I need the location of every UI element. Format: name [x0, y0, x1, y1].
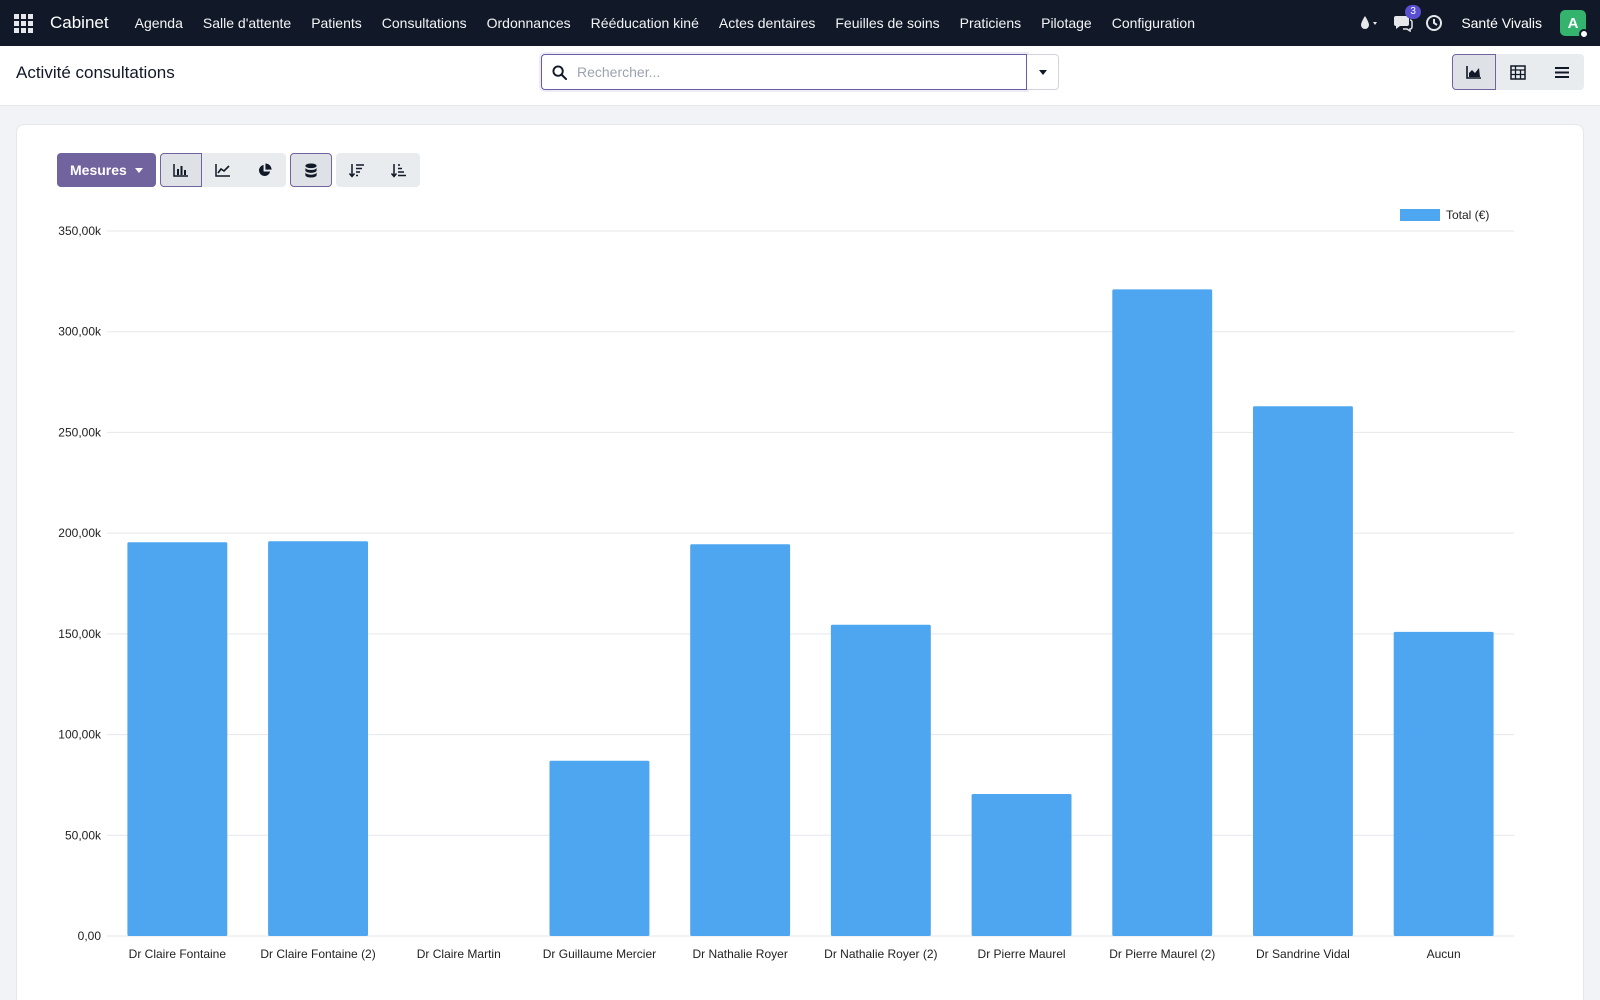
pie-chart-icon [259, 162, 272, 176]
view-switcher [1452, 54, 1584, 90]
legend-swatch [1400, 209, 1440, 221]
pivot-table-icon [1510, 64, 1526, 80]
x-tick-label: Dr Pierre Maurel (2) [1109, 947, 1215, 961]
x-tick-label: Dr Pierre Maurel [978, 947, 1066, 961]
y-tick-label: 100,00k [58, 728, 102, 742]
bar [127, 542, 228, 936]
y-tick-label: 350,00k [58, 224, 102, 238]
top-navbar: Cabinet Agenda Salle d'attente Patients Con… [0, 0, 1600, 46]
graph-card: Mesures 0,00 50,00k 100,00k 150,00k 200,… [16, 124, 1584, 1000]
pie-chart-button[interactable] [243, 153, 286, 187]
x-tick-label: Dr Claire Martin [417, 947, 501, 961]
line-chart-button[interactable] [201, 153, 244, 187]
menu-item[interactable]: Ordonnances [477, 15, 581, 31]
pivot-view-button[interactable] [1496, 54, 1540, 90]
page-title: Activité consultations [16, 63, 175, 82]
y-tick-label: 50,00k [65, 828, 102, 842]
bar-chart: 0,00 50,00k 100,00k 150,00k 200,00k 250,00k 30… [58, 208, 1514, 961]
search-icon [552, 64, 567, 80]
messages-icon[interactable]: 3 [1393, 5, 1421, 32]
sort-ascending-icon [390, 163, 406, 178]
clock-icon[interactable] [1425, 14, 1443, 32]
bar [1253, 406, 1353, 936]
bar [830, 624, 931, 936]
list-view-button[interactable] [1540, 54, 1584, 90]
legend-label: Total (€) [1446, 208, 1489, 222]
x-tick-label: Dr Sandrine Vidal [1256, 947, 1350, 961]
sort-descending-button[interactable] [335, 153, 378, 187]
stacked-group [289, 153, 332, 187]
sort-group [335, 153, 420, 187]
bar [268, 541, 368, 936]
search-box [541, 54, 1027, 90]
menu-item[interactable]: Salle d'attente [193, 15, 301, 31]
bar [1393, 631, 1494, 936]
graph-view-button[interactable] [1452, 54, 1496, 90]
menu-item[interactable]: Actes dentaires [709, 15, 826, 31]
menu-item[interactable]: Consultations [372, 15, 477, 31]
x-tick-label: Dr Nathalie Royer [692, 947, 787, 961]
bar [549, 760, 650, 936]
search-bar [541, 54, 1059, 90]
x-tick-label: Dr Guillaume Mercier [543, 947, 656, 961]
caret-down-icon [134, 167, 143, 173]
y-tick-label: 200,00k [58, 526, 102, 540]
y-tick-label: 0,00 [78, 929, 102, 943]
menu-item[interactable]: Pilotage [1031, 15, 1102, 31]
menu-item[interactable]: Feuilles de soins [825, 15, 949, 31]
menu-item[interactable]: Agenda [125, 15, 193, 31]
measures-dropdown-button[interactable]: Mesures [57, 153, 156, 187]
database-icon [305, 162, 317, 178]
bar [690, 544, 791, 936]
company-switcher[interactable]: Santé Vivalis [1461, 15, 1542, 31]
area-chart-icon [1466, 66, 1481, 79]
y-tick-label: 150,00k [58, 627, 102, 641]
graph-toolbar: Mesures [57, 153, 420, 187]
bar [971, 793, 1072, 936]
presence-status-dot [1579, 29, 1589, 39]
activity-dropdown-icon[interactable] [1359, 15, 1381, 31]
sort-ascending-button[interactable] [377, 153, 420, 187]
app-brand[interactable]: Cabinet [50, 13, 109, 33]
list-icon [1555, 66, 1569, 78]
navbar-systray: 3 Santé Vivalis A [1359, 0, 1589, 46]
x-tick-label: Dr Nathalie Royer (2) [824, 947, 937, 961]
control-panel: Activité consultations [0, 46, 1600, 106]
bar-chart-button[interactable] [159, 153, 202, 187]
bar [1112, 289, 1213, 936]
measures-label: Mesures [70, 162, 127, 178]
apps-menu-icon[interactable] [0, 0, 46, 46]
messages-count-badge: 3 [1405, 5, 1421, 19]
bar-chart-icon [173, 164, 188, 177]
main-menu: Agenda Salle d'attente Patients Consultatio… [125, 15, 1205, 31]
x-tick-label: Dr Claire Fontaine (2) [260, 947, 375, 961]
search-options-toggle[interactable] [1027, 54, 1059, 90]
menu-item[interactable]: Praticiens [950, 15, 1031, 31]
caret-down-icon [1038, 69, 1047, 75]
chart-area: 0,00 50,00k 100,00k 150,00k 200,00k 250,00k 30… [17, 195, 1583, 995]
menu-item[interactable]: Configuration [1102, 15, 1205, 31]
chart-type-group [159, 153, 286, 187]
avatar-letter: A [1567, 14, 1579, 32]
line-chart-icon [215, 164, 230, 177]
sort-descending-icon [348, 163, 364, 178]
y-tick-label: 300,00k [58, 325, 102, 339]
stacked-toggle-button[interactable] [289, 153, 332, 187]
search-input[interactable] [577, 64, 997, 80]
menu-item[interactable]: Patients [301, 15, 372, 31]
user-avatar[interactable]: A [1560, 10, 1589, 39]
y-tick-label: 250,00k [58, 425, 102, 439]
x-tick-label: Aucun [1427, 947, 1461, 961]
x-tick-label: Dr Claire Fontaine [129, 947, 227, 961]
menu-item[interactable]: Rééducation kiné [581, 15, 709, 31]
